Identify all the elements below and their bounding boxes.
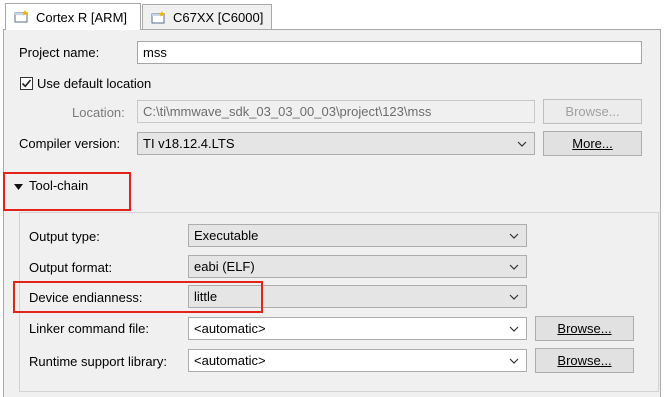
linker-browse-button[interactable]: Browse... bbox=[535, 316, 634, 341]
endianness-highlight-box bbox=[13, 281, 263, 313]
chevron-down-icon bbox=[509, 233, 519, 239]
runtime-browse-label: Browse... bbox=[557, 353, 612, 368]
compiler-version-select[interactable]: TI v18.12.4.LTS bbox=[137, 132, 535, 155]
project-folder-icon bbox=[151, 10, 167, 25]
project-name-input[interactable]: mss bbox=[137, 41, 642, 64]
tab-c67xx-label: C67XX [C6000] bbox=[173, 10, 264, 25]
location-browse-button[interactable]: Browse... bbox=[543, 99, 642, 124]
chevron-down-icon bbox=[509, 326, 519, 332]
location-value: C:\ti\mmwave_sdk_03_03_00_03\project\123… bbox=[143, 104, 432, 119]
tab-cortex-r-label: Cortex R [ARM] bbox=[36, 9, 128, 25]
location-input[interactable]: C:\ti\mmwave_sdk_03_03_00_03\project\123… bbox=[137, 100, 535, 123]
use-default-location-label: Use default location bbox=[37, 76, 152, 91]
project-folder-icon bbox=[14, 10, 30, 24]
tab-cortex-r[interactable]: Cortex R [ARM] bbox=[5, 3, 141, 30]
compiler-more-button[interactable]: More... bbox=[543, 131, 642, 156]
runtime-support-library-label: Runtime support library: bbox=[29, 354, 167, 369]
runtime-support-library-value: <automatic> bbox=[194, 353, 266, 368]
checkmark-icon bbox=[21, 79, 32, 88]
runtime-support-library-select[interactable]: <automatic> bbox=[188, 349, 527, 372]
output-format-value: eabi (ELF) bbox=[194, 259, 255, 274]
project-name-value: mss bbox=[143, 45, 167, 60]
chevron-down-icon bbox=[509, 294, 519, 300]
output-type-select[interactable]: Executable bbox=[188, 224, 527, 247]
project-name-label: Project name: bbox=[19, 45, 100, 60]
compiler-more-label: More... bbox=[572, 136, 613, 151]
output-type-label: Output type: bbox=[29, 229, 100, 244]
location-label: Location: bbox=[72, 105, 125, 120]
output-format-select[interactable]: eabi (ELF) bbox=[188, 255, 527, 278]
tab-c67xx[interactable]: C67XX [C6000] bbox=[142, 4, 272, 30]
linker-command-file-select[interactable]: <automatic> bbox=[188, 317, 527, 340]
chevron-down-icon bbox=[509, 358, 519, 364]
compiler-version-label: Compiler version: bbox=[19, 136, 121, 151]
compiler-version-value: TI v18.12.4.LTS bbox=[143, 136, 235, 151]
linker-command-file-label: Linker command file: bbox=[29, 321, 149, 336]
chevron-down-icon bbox=[509, 264, 519, 270]
output-type-value: Executable bbox=[194, 228, 259, 243]
output-format-label: Output format: bbox=[29, 260, 113, 275]
location-browse-label: Browse... bbox=[565, 104, 620, 119]
toolchain-highlight-box bbox=[3, 172, 131, 211]
linker-browse-label: Browse... bbox=[557, 321, 612, 336]
runtime-browse-button[interactable]: Browse... bbox=[535, 348, 634, 373]
chevron-down-icon bbox=[517, 141, 527, 147]
linker-command-file-value: <automatic> bbox=[194, 321, 266, 336]
use-default-location-checkbox[interactable] bbox=[20, 77, 33, 90]
